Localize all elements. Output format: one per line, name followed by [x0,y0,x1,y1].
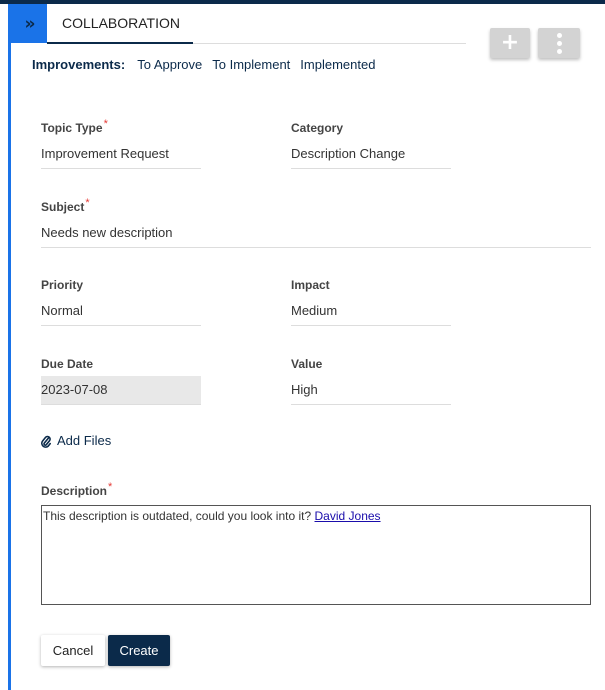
improvements-subnav: Improvements: To Approve To Implement Im… [32,57,375,72]
subnav-label: Improvements: [32,57,126,72]
expand-panel-button[interactable]: » [10,4,47,43]
kebab-menu-icon [556,32,562,54]
subnav-link-to-approve[interactable]: To Approve [137,57,202,72]
subject-field[interactable]: Needs new description [41,219,591,248]
due-date-field[interactable]: 2023-07-08 [41,376,201,405]
description-textarea[interactable]: This description is outdated, could you … [41,505,591,605]
required-marker: * [108,481,113,493]
required-marker: * [103,118,108,130]
value-field[interactable]: High [291,376,451,405]
subject-label: Subject* [41,197,90,214]
tab-label: COLLABORATION [62,15,180,31]
paperclip-icon [41,435,51,448]
description-text: This description is outdated, could you … [43,509,315,523]
topic-type-field[interactable]: Improvement Request [41,140,201,169]
tab-collaboration[interactable]: COLLABORATION [47,4,193,44]
add-files-label: Add Files [57,433,112,448]
tab-divider [193,43,466,44]
double-chevron-right-icon: » [24,13,36,34]
add-button[interactable]: + [490,28,530,58]
cancel-button[interactable]: Cancel [41,635,105,666]
add-files-link[interactable]: Add Files [41,433,111,448]
mention-link[interactable]: David Jones [315,509,381,523]
subnav-link-to-implement[interactable]: To Implement [212,57,290,72]
due-date-label: Due Date [41,357,94,371]
create-button[interactable]: Create [108,635,170,666]
topic-type-label: Topic Type* [41,118,108,135]
plus-icon: + [500,30,520,55]
impact-label: Impact [291,278,330,292]
subnav-link-implemented[interactable]: Implemented [300,57,375,72]
impact-field[interactable]: Medium [291,297,451,326]
required-marker: * [85,197,90,209]
description-label: Description* [41,481,113,498]
more-options-button[interactable] [538,28,580,58]
priority-field[interactable]: Normal [41,297,201,326]
priority-label: Priority [41,278,84,292]
left-accent-bar [8,4,11,690]
category-field[interactable]: Description Change [291,140,451,169]
category-label: Category [291,121,344,135]
value-label: Value [291,357,323,371]
